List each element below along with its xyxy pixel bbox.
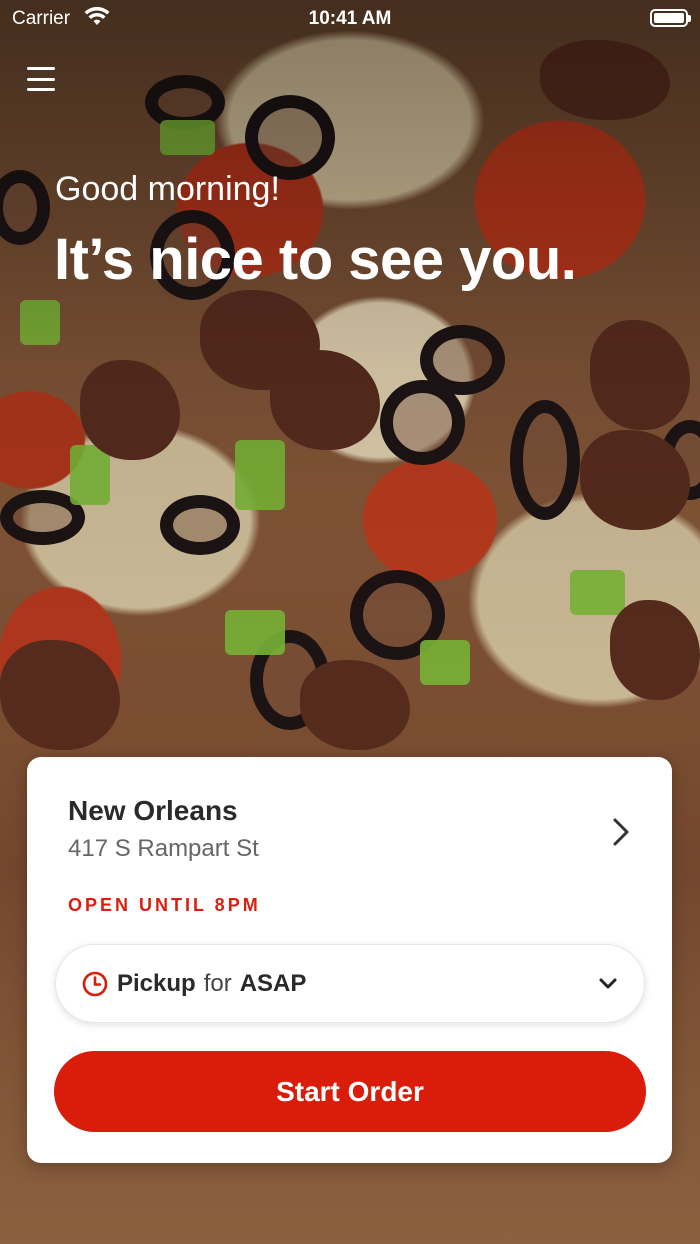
olive-decoration xyxy=(510,400,580,520)
olive-decoration xyxy=(245,95,335,180)
olive-decoration xyxy=(250,630,330,730)
sausage-decoration xyxy=(540,40,670,120)
pepper-decoration xyxy=(70,445,110,505)
order-time-label: ASAP xyxy=(239,969,307,997)
sausage-decoration xyxy=(580,430,690,530)
open-status-label: OPEN UNTIL 8PM xyxy=(68,895,261,915)
order-connector-label: for xyxy=(203,969,232,997)
greeting-text: Good morning! xyxy=(55,170,280,208)
pepper-decoration xyxy=(570,570,625,615)
welcome-headline: It’s nice to see you. xyxy=(54,227,577,292)
hamburger-menu-icon[interactable] xyxy=(27,66,55,92)
chevron-right-icon[interactable] xyxy=(608,817,634,847)
sausage-decoration xyxy=(610,600,700,700)
menu-line xyxy=(27,67,55,70)
pickup-time-dropdown[interactable]: Pickup for ASAP xyxy=(55,944,645,1023)
sausage-decoration xyxy=(200,290,320,390)
location-selector[interactable]: New Orleans 417 S Rampart St xyxy=(68,795,636,875)
status-bar: Carrier 10:41 AM xyxy=(0,0,700,40)
clock-icon xyxy=(82,971,108,996)
sausage-decoration xyxy=(0,640,120,750)
menu-line xyxy=(27,77,55,81)
location-address: 417 S Rampart St xyxy=(68,835,259,862)
pepper-decoration xyxy=(160,120,215,155)
sausage-decoration xyxy=(270,350,380,450)
menu-line xyxy=(27,88,55,91)
order-mode-label: Pickup xyxy=(117,969,196,997)
olive-decoration xyxy=(0,170,50,245)
olive-decoration xyxy=(660,420,700,500)
chevron-down-icon xyxy=(599,978,617,989)
olive-decoration xyxy=(380,380,465,465)
location-name: New Orleans xyxy=(68,795,238,826)
olive-decoration xyxy=(350,570,445,660)
olive-decoration xyxy=(420,325,505,395)
sausage-decoration xyxy=(80,360,180,460)
sausage-decoration xyxy=(300,660,410,750)
pepper-decoration xyxy=(225,610,285,655)
pepper-decoration xyxy=(420,640,470,685)
pepper-decoration xyxy=(20,300,60,345)
status-time: 10:41 AM xyxy=(308,8,392,29)
sausage-decoration xyxy=(590,320,690,430)
location-card: New Orleans 417 S Rampart St OPEN UNTIL … xyxy=(27,757,672,1163)
start-order-button[interactable]: Start Order xyxy=(54,1051,646,1132)
olive-decoration xyxy=(160,495,240,555)
pepper-decoration xyxy=(235,440,285,510)
olive-decoration xyxy=(0,490,85,545)
battery-icon xyxy=(650,9,691,27)
olive-decoration xyxy=(145,75,225,130)
